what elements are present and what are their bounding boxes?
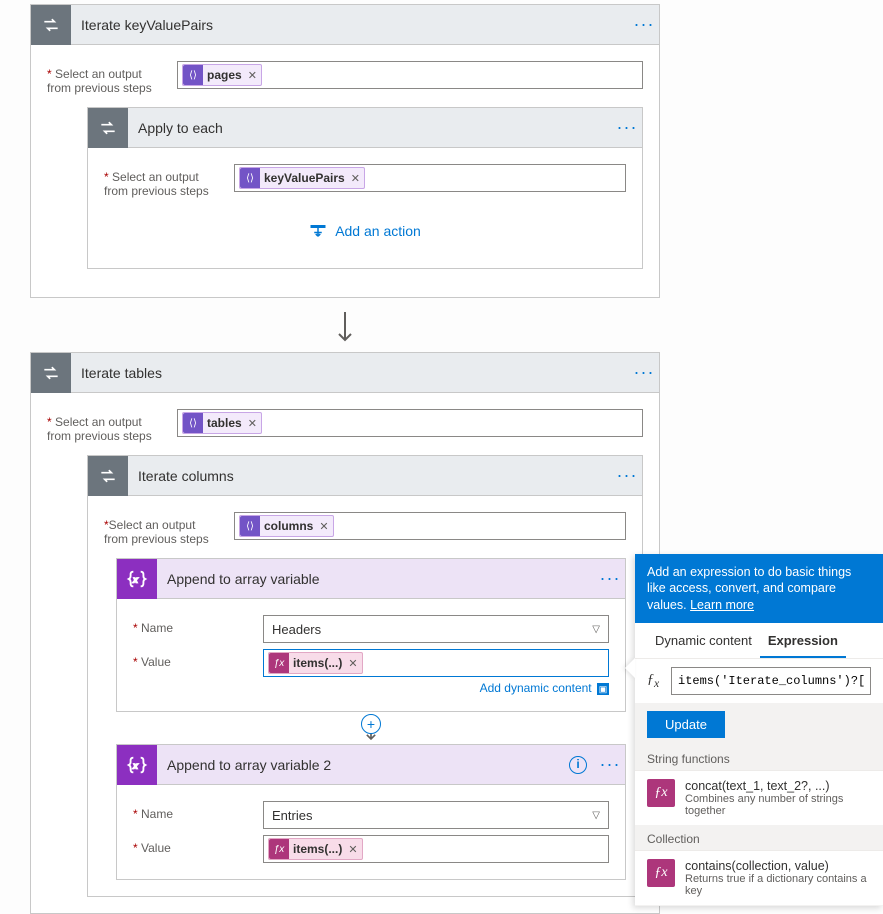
more-menu[interactable]: ··· [612, 465, 642, 486]
token-keyvaluepairs[interactable]: ⟨⟩ keyValuePairs ✕ [239, 167, 365, 189]
tab-dynamic-content[interactable]: Dynamic content [647, 623, 760, 658]
dynamic-content-icon: ⟨⟩ [183, 413, 203, 433]
remove-token-icon[interactable]: ✕ [319, 520, 328, 533]
chevron-down-icon: ▽ [592, 624, 600, 635]
output-input[interactable]: ⟨⟩ pages ✕ [177, 61, 643, 89]
iterate-tables-card: Iterate tables ··· * Select an output fr… [30, 352, 660, 914]
fn-group-string: String functions [635, 746, 883, 771]
output-input[interactable]: ⟨⟩ columns ✕ [234, 512, 626, 540]
select-output-label: *Select an output from previous steps [104, 512, 234, 546]
dynamic-content-icon: ⟨⟩ [183, 65, 203, 85]
insert-step-button[interactable]: + [361, 714, 381, 734]
update-button[interactable]: Update [647, 711, 725, 738]
output-input[interactable]: ⟨⟩ keyValuePairs ✕ [234, 164, 626, 192]
chevron-down-icon: ▽ [592, 810, 600, 821]
fn-desc: Combines any number of strings together [685, 793, 871, 817]
loop-icon [31, 353, 71, 393]
learn-more-link[interactable]: Learn more [690, 598, 754, 612]
add-action-button[interactable]: Add an action [104, 198, 626, 252]
loop-icon [31, 5, 71, 45]
more-menu[interactable]: ··· [612, 117, 642, 138]
name-select[interactable]: Entries ▽ [263, 801, 609, 829]
expression-panel: Add an expression to do basic things lik… [635, 554, 883, 906]
more-menu[interactable]: ··· [629, 362, 659, 383]
fx-icon: ƒx [647, 779, 675, 807]
card-header[interactable]: Apply to each ··· [88, 108, 642, 148]
remove-token-icon[interactable]: ✕ [351, 172, 360, 185]
remove-token-icon[interactable]: ✕ [248, 69, 257, 82]
more-menu[interactable]: ··· [595, 754, 625, 775]
tab-expression[interactable]: Expression [760, 623, 846, 658]
card-title: Iterate keyValuePairs [71, 17, 629, 33]
add-dynamic-content-link[interactable]: Add dynamic content ▣ [263, 681, 609, 695]
select-output-label: * Select an output from previous steps [47, 61, 177, 95]
variable-icon: x [117, 745, 157, 785]
token-items-expr[interactable]: ƒx items(...) ✕ [268, 838, 363, 860]
fn-item-contains[interactable]: ƒx contains(collection, value) Returns t… [635, 851, 883, 906]
card-header[interactable]: Iterate keyValuePairs ··· [31, 5, 659, 45]
loop-icon [88, 456, 128, 496]
callout-arrow-icon [625, 658, 635, 678]
remove-token-icon[interactable]: ✕ [248, 417, 257, 430]
fn-group-collection: Collection [635, 826, 883, 851]
name-label: * Name [133, 801, 263, 821]
fx-icon: ƒx [269, 653, 289, 673]
token-pages[interactable]: ⟨⟩ pages ✕ [182, 64, 262, 86]
dynamic-content-icon: ⟨⟩ [240, 168, 260, 188]
panel-header: Add an expression to do basic things lik… [635, 554, 883, 623]
name-label: * Name [133, 615, 263, 635]
remove-token-icon[interactable]: ✕ [348, 843, 357, 856]
iterate-keyvaluepairs-card: Iterate keyValuePairs ··· * Select an ou… [30, 4, 660, 298]
card-header[interactable]: x Append to array variable 2 i ··· [117, 745, 625, 785]
iterate-columns-card: Iterate columns ··· *Select an output fr… [87, 455, 643, 897]
card-header[interactable]: Iterate tables ··· [31, 353, 659, 393]
card-title: Append to array variable [157, 571, 595, 587]
fx-icon: ƒx [647, 672, 671, 690]
svg-text:x: x [132, 575, 138, 584]
token-tables[interactable]: ⟨⟩ tables ✕ [182, 412, 262, 434]
card-title: Iterate columns [128, 468, 612, 484]
card-title: Iterate tables [71, 365, 629, 381]
variable-icon: x [117, 559, 157, 599]
fn-name: contains(collection, value) [685, 859, 871, 873]
value-input[interactable]: ƒx items(...) ✕ [263, 649, 609, 677]
name-select[interactable]: Headers ▽ [263, 615, 609, 643]
append-array-card: x Append to array variable ··· * Name [116, 558, 626, 712]
svg-text:x: x [132, 761, 138, 770]
fn-desc: Returns true if a dictionary contains a … [685, 873, 871, 897]
token-columns[interactable]: ⟨⟩ columns ✕ [239, 515, 334, 537]
card-title: Apply to each [128, 120, 612, 136]
loop-icon [88, 108, 128, 148]
info-icon[interactable]: i [569, 756, 587, 774]
card-title: Append to array variable 2 [157, 757, 569, 773]
expression-input[interactable] [671, 667, 871, 695]
fx-icon: ƒx [647, 859, 675, 887]
flow-arrow-icon [30, 310, 660, 346]
value-label: * Value [133, 649, 263, 669]
append-array-2-card: x Append to array variable 2 i ··· * Nam… [116, 744, 626, 880]
select-output-label: * Select an output from previous steps [47, 409, 177, 443]
card-header[interactable]: Iterate columns ··· [88, 456, 642, 496]
remove-token-icon[interactable]: ✕ [348, 657, 357, 670]
fn-name: concat(text_1, text_2?, ...) [685, 779, 871, 793]
output-input[interactable]: ⟨⟩ tables ✕ [177, 409, 643, 437]
card-header[interactable]: x Append to array variable ··· [117, 559, 625, 599]
more-menu[interactable]: ··· [595, 568, 625, 589]
more-menu[interactable]: ··· [629, 14, 659, 35]
value-label: * Value [133, 835, 263, 855]
fn-item-concat[interactable]: ƒx concat(text_1, text_2?, ...) Combines… [635, 771, 883, 826]
dynamic-content-icon: ⟨⟩ [240, 516, 260, 536]
token-items-expr[interactable]: ƒx items(...) ✕ [268, 652, 363, 674]
fx-icon: ƒx [269, 839, 289, 859]
apply-to-each-card: Apply to each ··· * Select an output fro… [87, 107, 643, 269]
value-input[interactable]: ƒx items(...) ✕ [263, 835, 609, 863]
select-output-label: * Select an output from previous steps [104, 164, 234, 198]
